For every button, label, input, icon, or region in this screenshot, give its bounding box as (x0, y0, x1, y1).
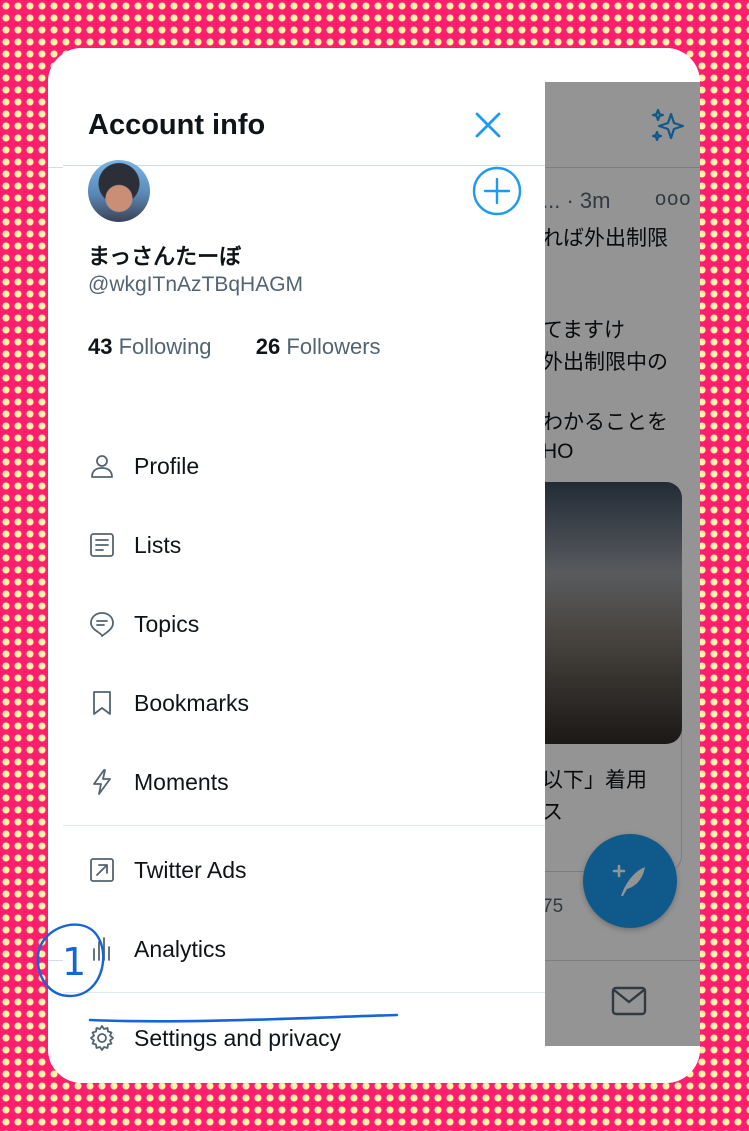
person-icon (91, 455, 113, 478)
close-icon[interactable] (473, 110, 503, 140)
user-display-name[interactable]: まっさんたーぼ (88, 239, 241, 271)
drawer-header: Account info (63, 82, 545, 166)
bar-chart-icon (93, 937, 110, 961)
list-icon (90, 533, 114, 557)
lightning-icon (93, 769, 111, 795)
following-count: 43 (88, 334, 113, 359)
following-label: Following (118, 334, 212, 359)
following-link[interactable]: 43 Following (88, 334, 212, 359)
bookmark-icon (93, 691, 111, 715)
menu-item-settings-and-privacy[interactable]: Settings and privacy (63, 1008, 545, 1068)
topics-icon (90, 612, 114, 637)
account-drawer: Account info まっさんたーぼ @wkgITnAzTBqHAGM 43… (63, 82, 545, 1051)
menu-item-label: Lists (134, 531, 182, 558)
avatar[interactable] (88, 160, 150, 222)
menu-item-lists[interactable]: Lists (63, 515, 545, 575)
menu-item-label: Topics (134, 610, 200, 637)
menu-item-profile[interactable]: Profile (63, 436, 545, 496)
menu-item-label: Bookmarks (134, 689, 250, 716)
followers-count: 26 (255, 334, 281, 359)
menu-item-label: Twitter Ads (134, 856, 247, 883)
menu-divider (63, 825, 545, 826)
menu-item-label: Settings and privacy (134, 1024, 342, 1051)
gear-icon (90, 1025, 114, 1051)
phone-screen: ... · 3m ooo れば外出制限 てますけ 外出制限中の わかることを H… (48, 48, 700, 1083)
menu-item-topics[interactable]: Topics (63, 594, 545, 654)
menu-item-analytics[interactable]: Analytics (63, 919, 545, 979)
followers-link[interactable]: 26 Followers (256, 334, 381, 359)
menu-item-bookmarks[interactable]: Bookmarks (63, 673, 545, 733)
menu-item-label: Moments (134, 768, 229, 795)
drawer-overlay[interactable] (544, 82, 700, 1046)
followers-label: Followers (286, 334, 381, 359)
menu-item-label: Analytics (134, 935, 227, 962)
external-arrow-icon (90, 858, 114, 882)
drawer-title: Account info (88, 109, 266, 141)
menu-divider (63, 992, 545, 993)
menu-item-twitter-ads[interactable]: Twitter Ads (63, 840, 545, 900)
follow-stats: 43 Following 26 Followers (88, 334, 381, 360)
add-account-icon[interactable] (472, 166, 522, 216)
menu-item-label: Profile (134, 452, 200, 479)
user-handle[interactable]: @wkgITnAzTBqHAGM (88, 273, 303, 297)
menu-item-moments[interactable]: Moments (63, 752, 545, 812)
